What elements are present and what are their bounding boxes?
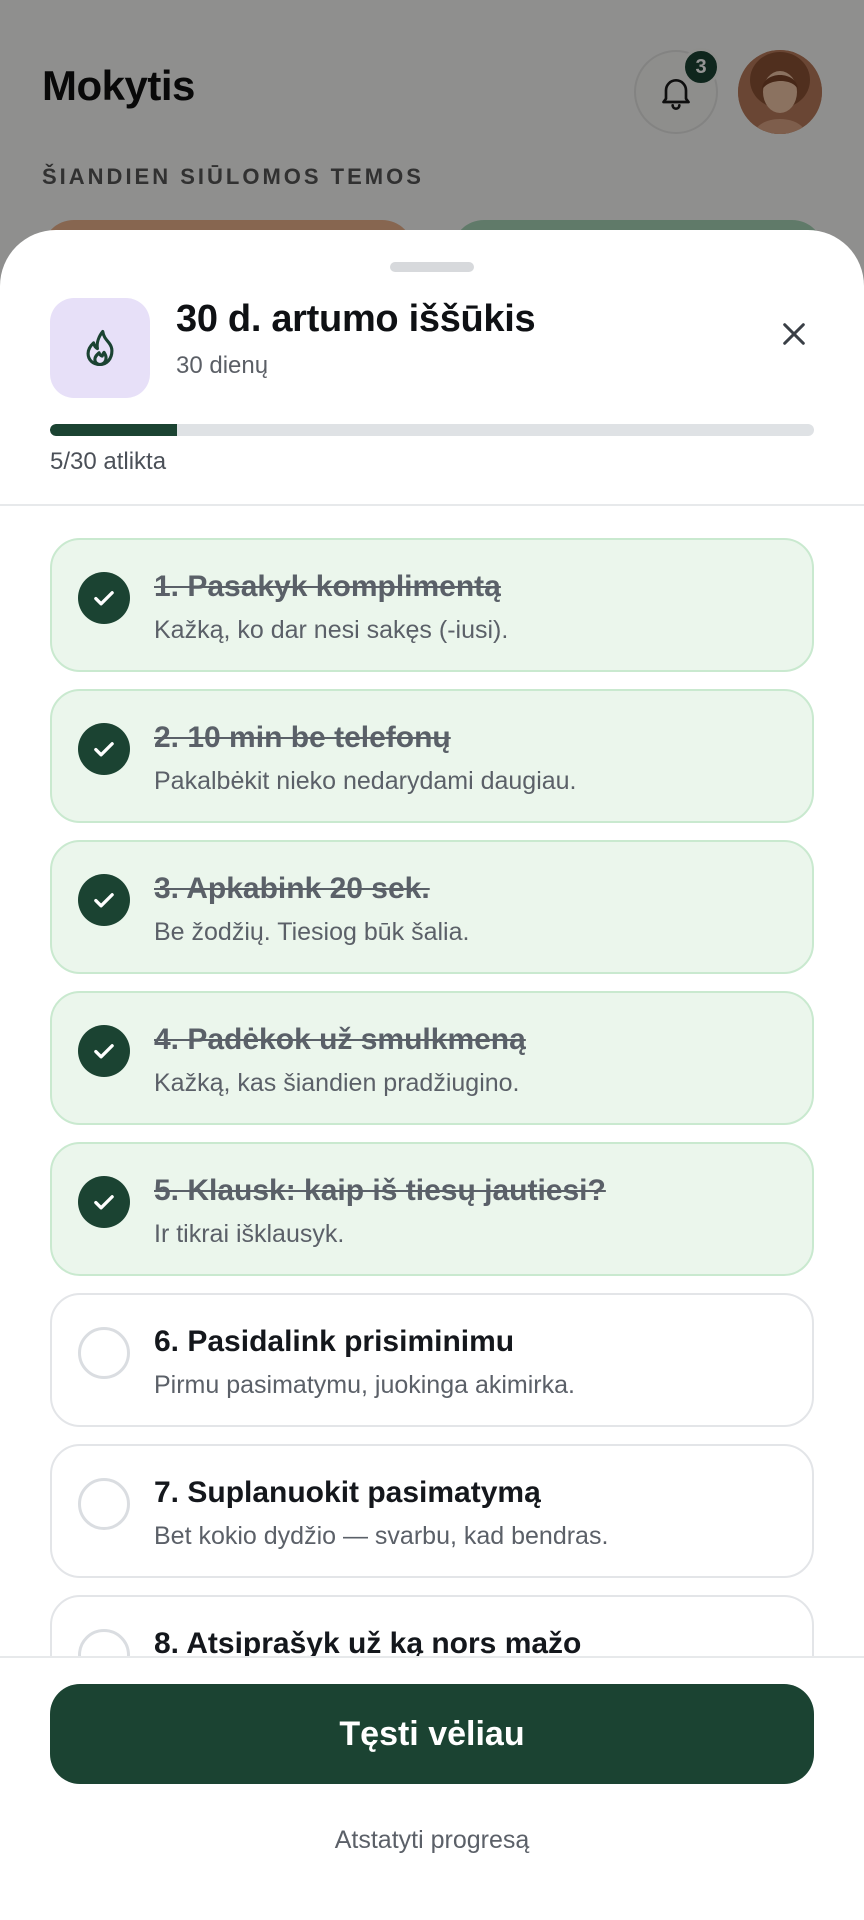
close-icon bbox=[783, 323, 805, 345]
continue-later-button[interactable]: Tęsti vėliau bbox=[50, 1684, 814, 1784]
sheet-footer: Tęsti vėliau Atstatyti progresą bbox=[0, 1656, 864, 1920]
checkmark-icon bbox=[94, 893, 114, 908]
checkmark-icon bbox=[94, 742, 114, 757]
challenge-icon-tile bbox=[50, 298, 150, 398]
task-checkbox-checked[interactable] bbox=[78, 1176, 130, 1228]
task-item[interactable]: 1. Pasakyk komplimentą Kažką, ko dar nesi… bbox=[50, 538, 814, 672]
task-description: Be žodžių. Tiesiog būk šalia. bbox=[154, 918, 470, 946]
task-checkbox-checked[interactable] bbox=[78, 874, 130, 926]
checkmark-icon bbox=[94, 1044, 114, 1059]
task-checkbox[interactable] bbox=[78, 1327, 130, 1379]
progress-bar-fill bbox=[50, 424, 178, 436]
task-item[interactable]: 6. Pasidalink prisiminimu Pirmu pasimatym… bbox=[50, 1293, 814, 1427]
task-item[interactable]: 2. 10 min be telefonų Pakalbėkit nieko ne… bbox=[50, 689, 814, 823]
task-list: 1. Pasakyk komplimentą Kažką, ko dar nesi… bbox=[50, 538, 814, 1746]
progress-bar bbox=[50, 424, 814, 436]
close-button[interactable] bbox=[770, 310, 818, 358]
reset-progress-link[interactable]: Atstatyti progresą bbox=[0, 1826, 864, 1855]
task-title: 1. Pasakyk komplimentą bbox=[154, 570, 501, 603]
task-item[interactable]: 4. Padėkok už smulkmeną Kažką, kas šiandi… bbox=[50, 991, 814, 1125]
drag-handle[interactable] bbox=[390, 262, 474, 272]
task-checkbox-checked[interactable] bbox=[78, 572, 130, 624]
checkmark-icon bbox=[94, 1195, 114, 1210]
sheet-title: 30 d. artumo iššūkis bbox=[176, 298, 536, 340]
task-checkbox[interactable] bbox=[78, 1478, 130, 1530]
checkmark-icon bbox=[94, 591, 114, 606]
task-checkbox-checked[interactable] bbox=[78, 723, 130, 775]
task-item[interactable]: 5. Klausk: kaip iš tiesų jautiesi? Ir tik… bbox=[50, 1142, 814, 1276]
task-item[interactable]: 3. Apkabink 20 sek. Be žodžių. Tiesiog bū… bbox=[50, 840, 814, 974]
task-title: 2. 10 min be telefonų bbox=[154, 721, 451, 754]
task-item[interactable]: 7. Suplanuokit pasimatymą Bet kokio dydži… bbox=[50, 1444, 814, 1578]
task-title: 3. Apkabink 20 sek. bbox=[154, 872, 430, 905]
progress-label: 5/30 atlikta bbox=[50, 448, 167, 475]
task-description: Pirmu pasimatymu, juokinga akimirka. bbox=[154, 1371, 575, 1399]
task-title: 6. Pasidalink prisiminimu bbox=[154, 1325, 515, 1358]
task-checkbox-checked[interactable] bbox=[78, 1025, 130, 1077]
sheet-subtitle: 30 dienų bbox=[176, 352, 269, 379]
flame-icon bbox=[86, 329, 114, 367]
task-description: Pakalbėkit nieko nedarydami daugiau. bbox=[154, 767, 577, 795]
divider bbox=[0, 504, 864, 506]
challenge-sheet: 30 d. artumo iššūkis 30 dienų 5/30 atlik… bbox=[0, 230, 864, 1920]
task-description: Ir tikrai išklausyk. bbox=[154, 1220, 345, 1248]
task-title: 4. Padėkok už smulkmeną bbox=[154, 1023, 526, 1056]
task-title: 7. Suplanuokit pasimatymą bbox=[154, 1476, 541, 1509]
task-description: Bet kokio dydžio — svarbu, kad bendras. bbox=[154, 1522, 609, 1550]
task-title: 5. Klausk: kaip iš tiesų jautiesi? bbox=[154, 1174, 606, 1207]
task-description: Kažką, kas šiandien pradžiugino. bbox=[154, 1069, 520, 1097]
task-description: Kažką, ko dar nesi sakęs (-iusi). bbox=[154, 616, 509, 644]
